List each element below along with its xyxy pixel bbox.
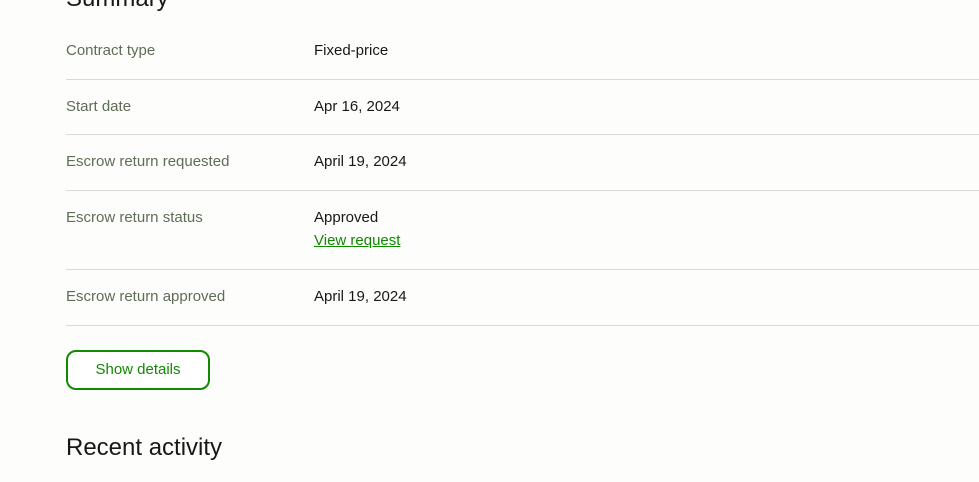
summary-heading: Summary	[66, 0, 169, 13]
contract-type-label: Contract type	[66, 42, 156, 59]
escrow-return-status-label: Escrow return status	[66, 209, 203, 226]
view-request-link[interactable]: View request	[314, 232, 400, 250]
summary-list: Contract type Fixed-price Start date Apr…	[66, 24, 979, 326]
escrow-return-approved-value: April 19, 2024	[314, 288, 407, 305]
contract-summary-page: Summary Contract type Fixed-price Start …	[0, 0, 979, 482]
summary-row-escrow-return-status: Escrow return status Approved View reque…	[66, 191, 979, 270]
contract-type-value: Fixed-price	[314, 42, 389, 59]
escrow-return-requested-label: Escrow return requested	[66, 153, 230, 170]
escrow-return-status-value: Approved	[314, 209, 379, 226]
summary-row-escrow-return-approved: Escrow return approved April 19, 2024	[66, 270, 979, 326]
escrow-return-approved-label: Escrow return approved	[66, 288, 226, 305]
summary-row-escrow-return-requested: Escrow return requested April 19, 2024	[66, 135, 979, 191]
start-date-label: Start date	[66, 98, 132, 115]
escrow-return-requested-value: April 19, 2024	[314, 153, 407, 170]
summary-row-start-date: Start date Apr 16, 2024	[66, 80, 979, 135]
summary-row-contract-type: Contract type Fixed-price	[66, 24, 979, 80]
start-date-value: Apr 16, 2024	[314, 98, 400, 115]
show-details-button[interactable]: Show details	[66, 350, 210, 390]
recent-activity-heading: Recent activity	[66, 434, 223, 461]
